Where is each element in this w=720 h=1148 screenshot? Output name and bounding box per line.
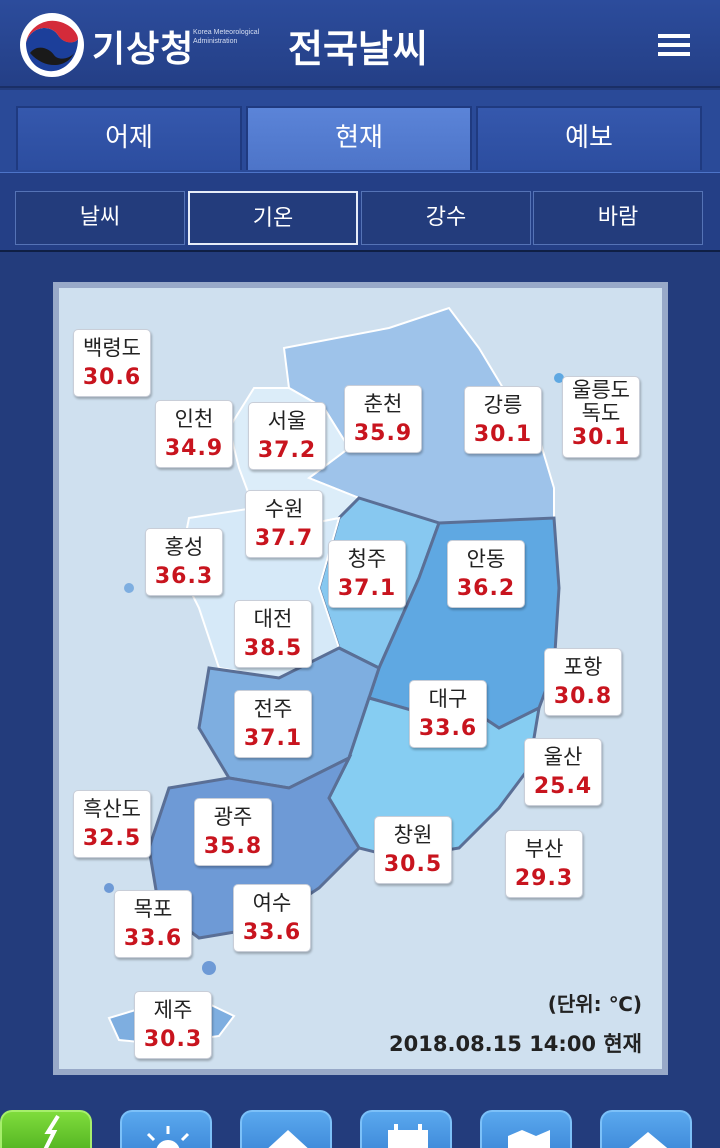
station-incheon[interactable]: 인천 34.9 (155, 400, 233, 468)
logo-subtext: Korea Meteorological Administration (193, 29, 260, 45)
logo-text: 기상청 (92, 29, 195, 70)
station-daejeon[interactable]: 대전 38.5 (234, 600, 312, 668)
station-seoul[interactable]: 서울 37.2 (248, 402, 326, 470)
tab-yesterday[interactable]: 어제 (16, 106, 242, 170)
house-icon[interactable] (240, 1110, 332, 1148)
station-jeonju[interactable]: 전주 37.1 (234, 690, 312, 758)
home-icon[interactable] (600, 1110, 692, 1148)
hamburger-menu-icon[interactable] (650, 24, 698, 66)
station-suwon[interactable]: 수원 37.7 (245, 490, 323, 558)
station-jeju[interactable]: 제주 30.3 (134, 991, 212, 1059)
weather-map-frame: 백령도 30.6 인천 34.9 서울 37.2 춘천 35.9 강릉 30.1… (53, 282, 668, 1075)
subtab-precipitation[interactable]: 강수 (361, 191, 531, 245)
kma-logo-icon (20, 13, 84, 77)
map-icon[interactable] (480, 1110, 572, 1148)
primary-tabs: 어제 현재 예보 (0, 90, 720, 172)
calendar-icon[interactable] (360, 1110, 452, 1148)
station-changwon[interactable]: 창원 30.5 (374, 816, 452, 884)
station-mokpo[interactable]: 목포 33.6 (114, 890, 192, 958)
weather-map: 백령도 30.6 인천 34.9 서울 37.2 춘천 35.9 강릉 30.1… (59, 288, 662, 1069)
tab-forecast[interactable]: 예보 (476, 106, 702, 170)
station-hongseong[interactable]: 홍성 36.3 (145, 528, 223, 596)
page-title: 전국날씨 (288, 27, 428, 71)
timestamp: 2018.08.15 14:00 현재 (389, 1032, 642, 1056)
sun-icon[interactable] (120, 1110, 212, 1148)
station-heuksando[interactable]: 흑산도 32.5 (73, 790, 151, 858)
station-baengnyeongdo[interactable]: 백령도 30.6 (73, 329, 151, 397)
secondary-tabs: 날씨 기온 강수 바람 (0, 172, 720, 252)
subtab-weather[interactable]: 날씨 (15, 191, 185, 245)
unit-label: (단위: ℃) (547, 992, 642, 1016)
station-daegu[interactable]: 대구 33.6 (409, 680, 487, 748)
tab-current[interactable]: 현재 (246, 106, 472, 170)
station-gangneung[interactable]: 강릉 30.1 (464, 386, 542, 454)
station-cheongju[interactable]: 청주 37.1 (328, 540, 406, 608)
station-ulsan[interactable]: 울산 25.4 (524, 738, 602, 806)
station-busan[interactable]: 부산 29.3 (505, 830, 583, 898)
station-ulleungdo-dokdo[interactable]: 울릉도 독도 30.1 (562, 376, 640, 458)
lightning-icon[interactable] (0, 1110, 92, 1148)
bottom-nav (0, 1100, 720, 1148)
app-header: 기상청 Korea Meteorological Administration … (0, 0, 720, 88)
station-chuncheon[interactable]: 춘천 35.9 (344, 385, 422, 453)
subtab-wind[interactable]: 바람 (533, 191, 703, 245)
station-yeosu[interactable]: 여수 33.6 (233, 884, 311, 952)
subtab-temperature[interactable]: 기온 (188, 191, 358, 245)
station-gwangju[interactable]: 광주 35.8 (194, 798, 272, 866)
station-andong[interactable]: 안동 36.2 (447, 540, 525, 608)
station-pohang[interactable]: 포항 30.8 (544, 648, 622, 716)
